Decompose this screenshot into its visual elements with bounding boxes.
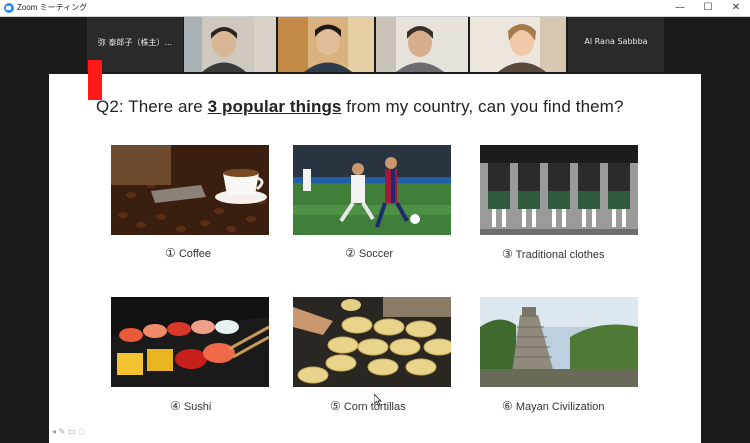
question-prefix: Q2: There are: [96, 97, 208, 116]
participant-video-tile[interactable]: [278, 17, 374, 72]
window-title: Zoom ミーティング: [17, 3, 88, 12]
participant-video: [470, 17, 566, 72]
zoom-logo-icon: [4, 3, 14, 13]
sushi-photo: [111, 297, 269, 387]
question-highlight: 3 popular things: [207, 97, 342, 116]
coffee-photo: [111, 145, 269, 235]
minimize-button[interactable]: —: [666, 0, 694, 16]
participant-video-tile[interactable]: [470, 17, 566, 72]
mouse-cursor-icon: [374, 394, 382, 406]
corn-tortillas-photo: [293, 297, 451, 387]
caption-sushi: ④ Sushi: [170, 399, 212, 413]
caption-coffee: ① Coffee: [165, 246, 212, 260]
maximize-button[interactable]: ☐: [694, 0, 722, 16]
caption-mayan-civilization: ⑥ Mayan Civilization: [502, 399, 605, 413]
participant-video: [278, 17, 374, 72]
question-suffix: from my country, can you find them?: [341, 97, 624, 116]
caption-traditional-clothes: ③ Traditional clothes: [502, 247, 605, 261]
participant-video-tile[interactable]: [184, 17, 276, 72]
participant-video: [376, 17, 468, 72]
annotation-toolbar[interactable]: ◂ ✎ ▭ ◌: [52, 427, 85, 436]
participant-video: [184, 17, 276, 72]
caption-corn-tortillas: ⑤ Corn tortillas: [330, 399, 406, 413]
slide-question: Q2: There are 3 popular things from my c…: [96, 97, 624, 117]
window-titlebar: Zoom ミーティング — ☐ ✕: [0, 0, 750, 17]
traditional-clothes-photo: [480, 145, 638, 235]
participant-name: 弥 泰郎子（株主）...: [97, 38, 173, 47]
participant-tile[interactable]: Al Rana Sabbba: [568, 17, 664, 72]
participant-video-tile[interactable]: [376, 17, 468, 72]
mayan-civilization-photo: [480, 297, 638, 387]
close-button[interactable]: ✕: [722, 0, 750, 16]
soccer-photo: [293, 145, 451, 235]
caption-soccer: ② Soccer: [345, 246, 394, 260]
annotation-red-mark: [88, 60, 102, 100]
participant-name: Al Rana Sabbba: [584, 37, 648, 46]
